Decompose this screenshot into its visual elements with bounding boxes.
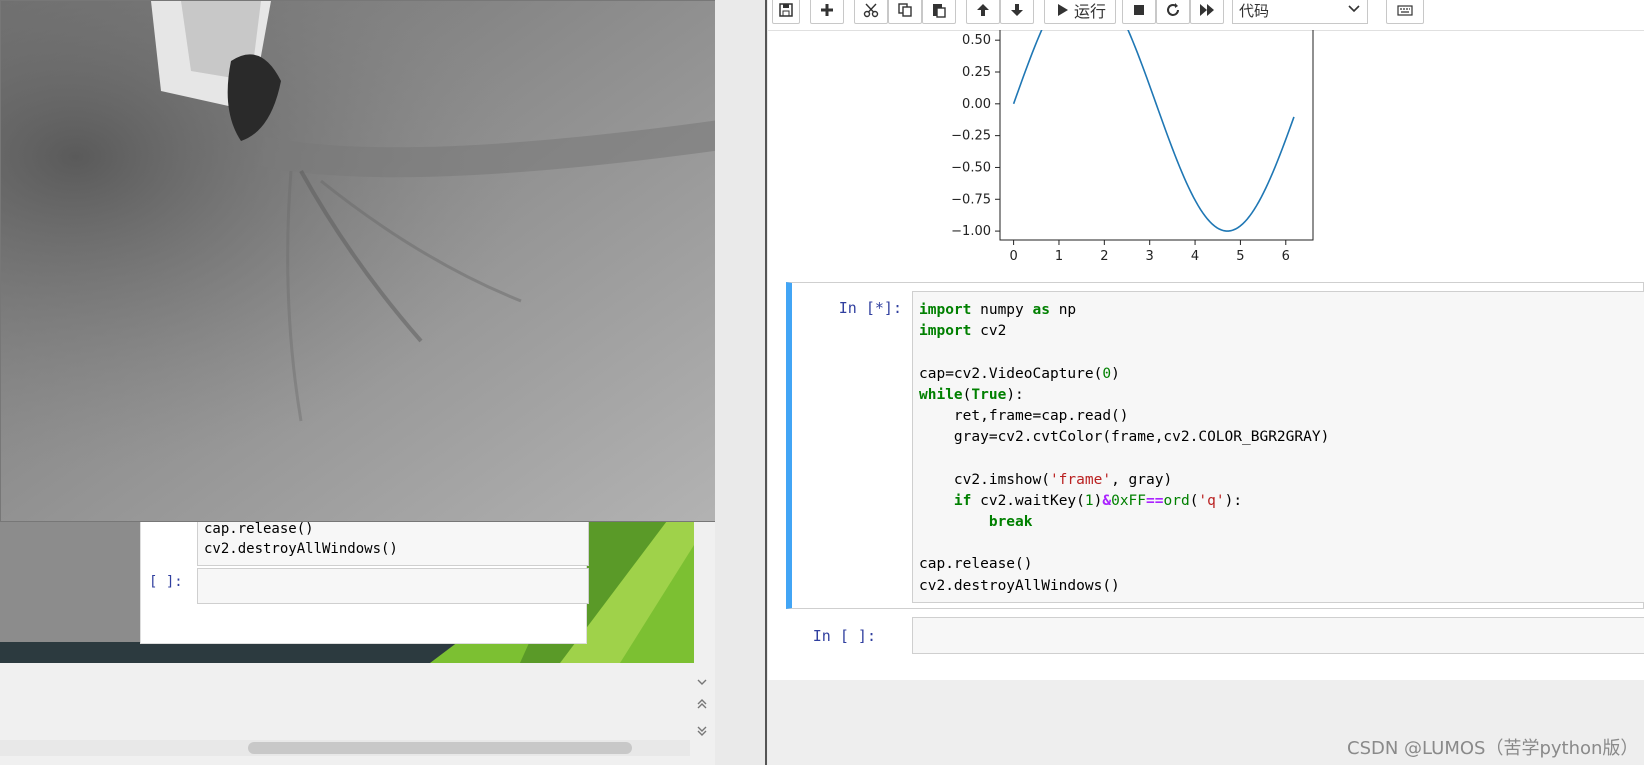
grayscale-camera-image [1,1,749,521]
save-button[interactable] [772,0,800,24]
restart-button[interactable] [1156,0,1190,24]
left-window: cap.release() cv2.destroyAllWindows() [ … [0,0,768,765]
move-down-button[interactable] [1000,0,1034,24]
run-button-label: 运行 [1073,2,1106,21]
keyboard-icon [1397,5,1413,16]
plus-icon [821,4,833,16]
restart-run-all-button[interactable] [1190,0,1224,24]
play-icon [1057,4,1068,16]
paste-button[interactable] [922,0,956,24]
cut-button[interactable] [854,0,888,24]
arrow-up-icon [977,4,989,16]
command-palette-button[interactable] [1386,0,1424,24]
move-up-button[interactable] [966,0,1000,24]
arrow-down-icon [1011,4,1023,16]
x-tick-label: 0 [1009,249,1017,264]
x-tick-label: 3 [1146,249,1154,264]
code-line: import numpy as np [919,302,1077,318]
code-editor[interactable]: import numpy as np import cv2 cap=cv2.Vi… [913,292,1644,605]
x-tick-label: 1 [1055,249,1063,264]
notebook-panel: 运行 代码 0.50 0.25 0.00 −0.25 −0.50 −0.75 −1.00 0 1… [768,0,1644,765]
cell-type-value: 代码 [1239,2,1270,20]
copy-button[interactable] [888,0,922,24]
vertical-scroll-buttons[interactable] [695,665,709,740]
y-tick-label: −0.50 [951,160,991,175]
code-line: ret,frame=cap.read() [919,408,1129,425]
code-line: cap.release() [919,556,1033,573]
camera-frame-window[interactable] [0,0,750,522]
x-tick-label: 6 [1282,249,1290,264]
notebook-toolbar: 运行 代码 [768,0,1644,31]
sine-curve [1012,30,1295,232]
fast-forward-icon [1200,4,1214,16]
refresh-icon [1167,3,1179,16]
code-line: cv2.destroyAllWindows() [919,577,1120,594]
chevron-down-icon [1348,5,1360,13]
x-tick-label: 5 [1236,249,1244,264]
background-code-cell: cap.release() cv2.destroyAllWindows() [197,516,589,566]
code-line: import cv2 [919,323,1007,340]
plot-frame [999,30,1314,241]
sine-plot: 0.50 0.25 0.00 −0.25 −0.50 −0.75 −1.00 0 1 2 3 4 5 6 [951,30,1314,264]
partial-code-line: cv2.destroyAllWindows() [204,541,398,557]
y-tick-label: 0.50 [962,33,991,48]
code-line: gray=cv2.cvtColor(frame,cv2.COLOR_BGR2GR… [919,429,1330,446]
horizontal-scrollbar-thumb[interactable] [248,742,632,754]
y-tick-label: −0.25 [951,129,991,144]
empty-cell-prompt: In [ ]: [812,627,876,645]
cell-prompt: In [*]: [838,299,902,317]
interrupt-button[interactable] [1122,0,1156,24]
watermark-text: CSDN @LUMOS（苦学python版） [1347,738,1639,759]
scroll-arrows-icon [697,679,707,736]
code-cell-selected[interactable]: In [*]: import numpy as np import cv2 ca… [786,282,1644,609]
partial-code-line: cap.release() [204,521,314,537]
y-tick-label: 0.00 [962,97,991,112]
y-tick-label: 0.25 [962,65,991,80]
code-line: cap=cv2.VideoCapture(0) [919,365,1120,382]
x-tick-label: 4 [1191,249,1199,264]
code-input-area[interactable]: import numpy as np import cv2 cap=cv2.Vi… [912,291,1644,603]
cell-type-select[interactable]: 代码 [1232,0,1368,24]
y-tick-label: −0.75 [951,192,991,207]
scissors-icon [863,3,879,18]
insert-cell-button[interactable] [810,0,844,24]
window-divider [715,0,768,765]
code-line: break [988,514,1033,531]
y-tick-label: −1.00 [951,224,991,239]
code-line: cv2.imshow('frame', gray) [919,471,1173,488]
x-tick-label: 2 [1100,249,1108,264]
code-line: if cv2.waitKey(1)&0xFF==ord('q'): [953,492,1243,509]
code-line: while(True): [919,386,1024,403]
window-edge [765,0,767,765]
save-icon [779,3,793,17]
paste-icon [933,4,946,18]
run-button[interactable]: 运行 [1044,0,1116,24]
empty-cell-input[interactable] [912,617,1644,654]
copy-icon [898,3,912,17]
plot-axes: 0.50 0.25 0.00 −0.25 −0.50 −0.75 −1.00 0 1 2 3 4 5 6 [951,30,1314,264]
stop-icon [1134,5,1144,15]
background-cell-prompt: [ ]: [149,574,183,590]
background-empty-cell [197,568,589,604]
